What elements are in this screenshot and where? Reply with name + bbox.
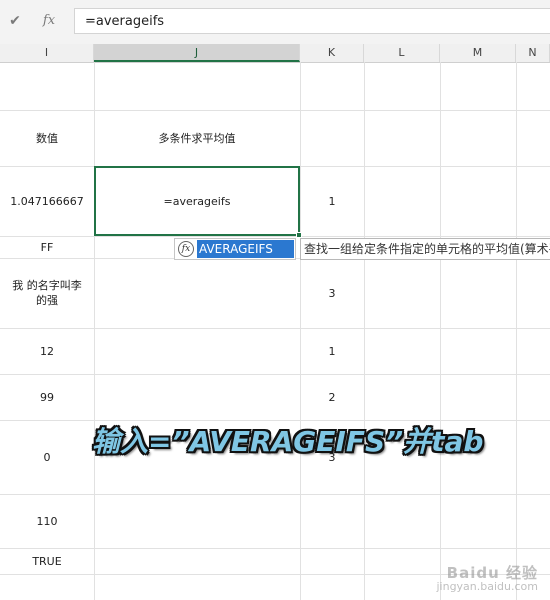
watermark: Baidu 经验 jingyan.baidu.com bbox=[436, 566, 538, 594]
active-cell-j1[interactable]: =averageifs bbox=[94, 166, 300, 236]
cell-i5[interactable]: 99 bbox=[0, 374, 94, 420]
function-tooltip: 查找一组给定条件指定的单元格的平均值(算术平均值) bbox=[300, 238, 550, 260]
insert-function-icon[interactable]: fx bbox=[38, 10, 60, 32]
column-header-k[interactable]: K bbox=[300, 44, 364, 62]
cell-k5[interactable]: 2 bbox=[300, 374, 364, 420]
autocomplete-item[interactable]: fx AVERAGEIFS bbox=[174, 238, 296, 260]
instruction-caption: 输入=”AVERAGEIFS”并tab bbox=[92, 425, 484, 458]
enter-check-icon[interactable]: ✔ bbox=[4, 10, 26, 32]
column-header-n[interactable]: N bbox=[516, 44, 550, 62]
formula-bar: ✔ fx =averageifs bbox=[0, 0, 550, 45]
cell-i4[interactable]: 12 bbox=[0, 328, 94, 374]
grid-line bbox=[440, 62, 441, 600]
autocomplete-function-name[interactable]: AVERAGEIFS bbox=[197, 240, 294, 258]
column-header-m[interactable]: M bbox=[440, 44, 516, 62]
grid-line bbox=[516, 62, 517, 600]
cell-j-header[interactable]: 多条件求平均值 bbox=[94, 110, 300, 166]
watermark-logo: Baidu 经验 bbox=[446, 564, 538, 582]
grid-line bbox=[364, 62, 365, 600]
column-header-l[interactable]: L bbox=[364, 44, 440, 62]
cell-i8[interactable]: TRUE bbox=[0, 548, 94, 574]
column-header-j[interactable]: J bbox=[94, 44, 300, 62]
cell-i-header[interactable]: 数值 bbox=[0, 110, 94, 166]
cell-i7[interactable]: 110 bbox=[0, 494, 94, 548]
watermark-url: jingyan.baidu.com bbox=[436, 580, 538, 593]
cell-i3[interactable]: 我 的名字叫李的强 bbox=[8, 258, 86, 328]
function-icon: fx bbox=[178, 241, 194, 257]
cell-i6[interactable]: 0 bbox=[0, 420, 94, 494]
column-header-row: I J K L M N bbox=[0, 44, 550, 63]
cell-k4[interactable]: 1 bbox=[300, 328, 364, 374]
cell-i1[interactable]: 1.047166667 bbox=[0, 166, 94, 236]
cell-k3[interactable]: 3 bbox=[300, 258, 364, 328]
cell-k1[interactable]: 1 bbox=[300, 166, 364, 236]
cell-i2[interactable]: FF bbox=[0, 236, 94, 258]
formula-input[interactable]: =averageifs bbox=[74, 8, 550, 34]
column-header-i[interactable]: I bbox=[0, 44, 94, 62]
